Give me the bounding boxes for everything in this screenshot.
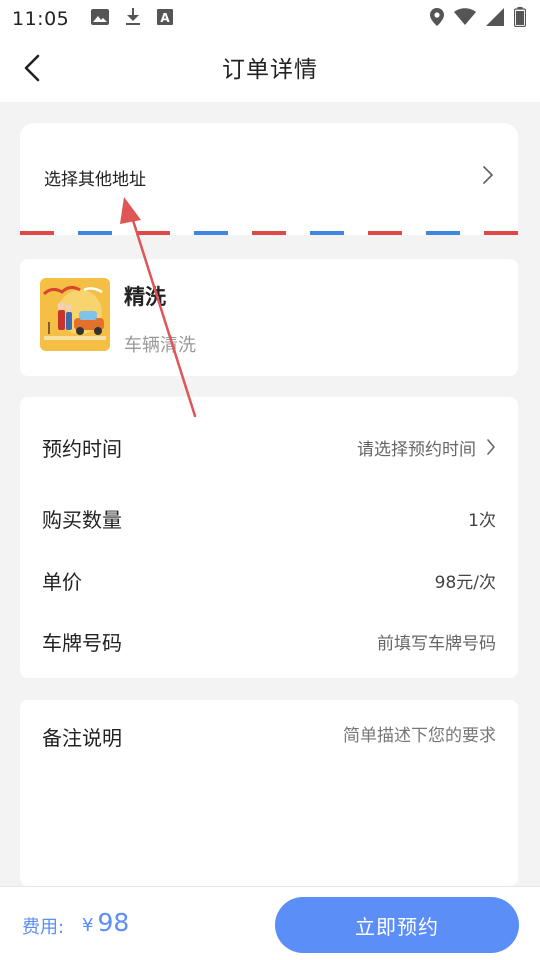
select-address-row[interactable]: 选择其他地址: [20, 123, 518, 231]
signal-icon: [486, 8, 504, 30]
service-description: 车辆清洗: [124, 335, 196, 356]
car-wash-thumbnail: [40, 278, 110, 351]
chevron-right-icon: [482, 165, 494, 189]
fee-label: 费用:: [22, 917, 65, 938]
unit-price-value: 98元/次: [434, 572, 496, 593]
wifi-icon: [454, 8, 476, 30]
remarks-input[interactable]: [196, 723, 496, 749]
battery-icon: [513, 7, 527, 31]
page-title: 订单详情: [222, 57, 318, 83]
airmail-stripe-divider: [20, 231, 518, 235]
svg-text:A: A: [161, 11, 171, 25]
remarks-label: 备注说明: [42, 726, 122, 750]
status-bar: 11:05 A: [0, 0, 540, 38]
chevron-right-icon: [486, 438, 496, 456]
download-icon: [125, 8, 141, 30]
status-icons-left: A: [91, 8, 174, 30]
quantity-row: 购买数量 1次: [20, 496, 518, 540]
header: 订单详情: [0, 38, 540, 102]
image-icon: [91, 9, 110, 29]
quantity-label: 购买数量: [42, 507, 122, 532]
plate-number-input[interactable]: 前填写车牌号码: [377, 629, 496, 654]
remarks-card: 备注说明: [20, 700, 518, 886]
order-detail-card: 预约时间 请选择预约时间 购买数量 1次 单价 98元/次 车牌号码 前填写车牌…: [20, 397, 518, 678]
service-card: 精洗 车辆清洗: [20, 259, 518, 376]
address-label: 选择其他地址: [44, 169, 146, 190]
status-time: 11:05: [12, 8, 70, 30]
address-card: 选择其他地址: [20, 123, 518, 235]
fee-currency: ¥: [82, 915, 94, 936]
appointment-time-label: 预约时间: [42, 436, 122, 461]
fee-amount: ¥ 98: [82, 908, 129, 937]
font-icon: A: [157, 9, 174, 29]
quantity-value: 1次: [468, 510, 496, 531]
book-now-button[interactable]: 立即预约: [275, 897, 519, 953]
plate-number-label: 车牌号码: [42, 630, 122, 655]
bottom-bar: 费用: ¥ 98 立即预约: [0, 886, 540, 960]
status-icons-right: [430, 7, 527, 31]
appointment-time-row[interactable]: 预约时间 请选择预约时间: [20, 425, 518, 469]
fee-value: 98: [97, 908, 130, 937]
unit-price-row: 单价 98元/次: [20, 558, 518, 602]
appointment-time-value: 请选择预约时间: [357, 435, 496, 460]
appointment-time-placeholder: 请选择预约时间: [357, 439, 476, 460]
location-icon: [430, 8, 444, 30]
service-name: 精洗: [124, 285, 166, 309]
plate-number-row[interactable]: 车牌号码 前填写车牌号码: [20, 619, 518, 663]
unit-price-label: 单价: [42, 569, 82, 594]
